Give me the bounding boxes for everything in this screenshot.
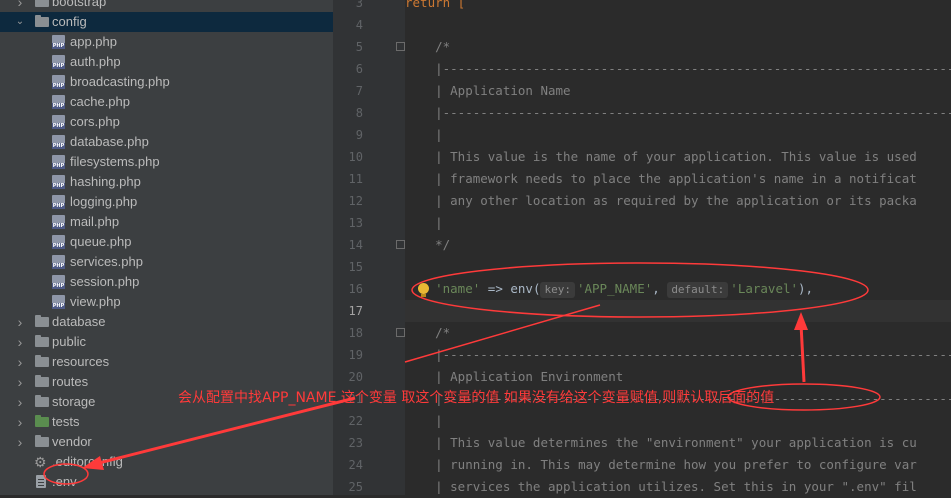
highlight-ellipse-default-text	[727, 383, 881, 411]
highlight-ellipse-env-file	[43, 463, 89, 485]
annotation-overlay	[43, 262, 881, 485]
arrow-head-default	[794, 312, 808, 330]
arrow-to-env-file	[94, 396, 356, 466]
arrow-head-env-file	[82, 456, 104, 470]
arrow-to-default	[799, 323, 806, 383]
leader-line-env	[404, 304, 601, 363]
highlight-ellipse-env-call	[411, 262, 869, 318]
